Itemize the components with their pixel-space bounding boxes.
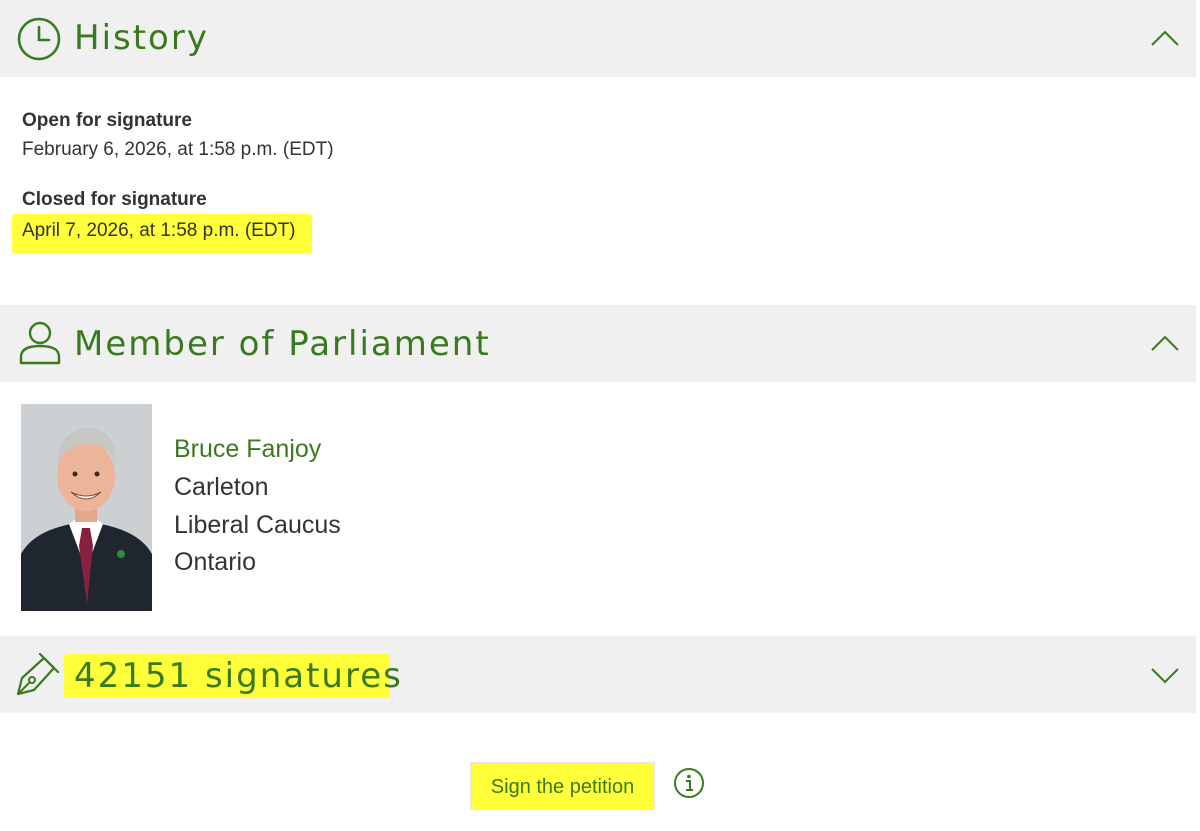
petition-page: History Open for signature February 6, 2… (0, 0, 1200, 831)
history-panel-header[interactable]: History (0, 0, 1196, 77)
pen-icon (16, 652, 60, 696)
closed-for-signature-label: Closed for signature (22, 189, 207, 210)
mp-riding: Carleton (174, 473, 269, 501)
history-title: History (74, 18, 209, 58)
chevron-up-icon[interactable] (1150, 24, 1180, 52)
signatures-panel-header[interactable]: 42151 signatures (0, 636, 1196, 713)
mp-caucus: Liberal Caucus (174, 511, 341, 539)
mp-photo (21, 404, 152, 611)
closed-for-signature-value: April 7, 2026, at 1:58 p.m. (EDT) (22, 220, 296, 241)
chevron-up-icon[interactable] (1150, 329, 1180, 357)
open-for-signature-value: February 6, 2026, at 1:58 p.m. (EDT) (22, 139, 334, 160)
mp-panel-header[interactable]: Member of Parliament (0, 305, 1196, 382)
mp-name-link[interactable]: Bruce Fanjoy (174, 435, 321, 464)
clock-icon (17, 17, 61, 61)
mp-title: Member of Parliament (74, 324, 491, 364)
info-icon[interactable] (673, 767, 705, 799)
open-for-signature-label: Open for signature (22, 110, 192, 131)
sign-petition-button[interactable]: Sign the petition (470, 762, 655, 810)
person-icon (19, 321, 61, 365)
signatures-title: 42151 signatures (74, 656, 403, 696)
mp-province: Ontario (174, 548, 256, 576)
mp-portrait-image (21, 404, 152, 611)
chevron-down-icon[interactable] (1150, 662, 1180, 690)
